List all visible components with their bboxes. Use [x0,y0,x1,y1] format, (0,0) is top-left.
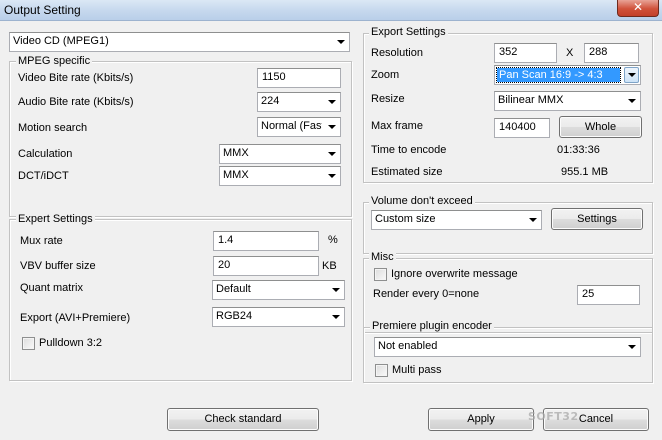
audio-bitrate-combobox[interactable]: 224 [257,92,341,112]
motion-search-label: Motion search [18,122,88,134]
resolution-separator: X [566,47,574,59]
zoom-value: Pan Scan 16:9 -> 4:3 [496,67,621,83]
resize-label: Resize [371,93,405,105]
dct-value: MMX [223,169,249,181]
chevron-down-icon[interactable] [624,67,639,83]
quant-matrix-combobox[interactable]: Default [212,280,345,300]
time-to-encode-value: 01:33:36 [557,144,600,156]
export-format-value: RGB24 [216,310,253,322]
estimated-size-value: 955.1 MB [561,166,609,178]
close-button[interactable]: ✕ [617,0,659,17]
chevron-down-icon[interactable] [324,94,339,110]
close-icon: ✕ [632,0,644,14]
resize-combobox[interactable]: Bilinear MMX [494,91,641,111]
quant-matrix-value: Default [216,283,251,295]
check-standard-button[interactable]: Check standard [167,408,319,431]
window-title: Output Setting [4,3,81,17]
max-frame-input[interactable]: 140400 [494,118,550,138]
video-bitrate-input[interactable]: 1150 [257,68,341,88]
premiere-combobox[interactable]: Not enabled [374,337,641,357]
pulldown-label: Pulldown 3:2 [39,337,102,349]
whole-button[interactable]: Whole [559,116,642,138]
quant-matrix-label: Quant matrix [20,282,83,294]
render-every-input[interactable]: 25 [577,285,640,305]
chevron-down-icon[interactable] [624,93,639,109]
watermark: SOFT32 [528,410,579,423]
dct-label: DCT/iDCT [18,170,69,182]
chevron-down-icon[interactable] [324,119,339,135]
chevron-down-icon[interactable] [328,282,343,298]
chevron-down-icon[interactable] [624,339,639,355]
misc-group-label: Misc [369,251,396,263]
chevron-down-icon[interactable] [333,34,348,50]
dialog-body: Video CD (MPEG1) MPEG specific Video Bit… [0,21,662,440]
expert-settings-group-label: Expert Settings [16,213,95,225]
vbv-buffer-unit: KB [322,260,337,272]
resize-value: Bilinear MMX [498,94,564,106]
audio-bitrate-value: 224 [261,95,280,107]
resolution-width-input[interactable]: 352 [494,43,557,63]
resolution-height-input[interactable]: 288 [584,43,639,63]
zoom-combobox[interactable]: Pan Scan 16:9 -> 4:3 [494,65,641,85]
chevron-down-icon[interactable] [324,146,339,162]
multi-pass-checkbox[interactable] [375,364,388,377]
motion-search-combobox[interactable]: Normal (Fast) [257,117,341,137]
time-to-encode-label: Time to encode [371,144,447,156]
mux-rate-input[interactable]: 1.4 [213,231,319,251]
premiere-value: Not enabled [378,340,438,352]
chevron-down-icon[interactable] [525,212,540,228]
motion-search-value: Normal (Fast) [261,120,322,132]
vbv-buffer-label: VBV buffer size [20,260,96,272]
format-combobox[interactable]: Video CD (MPEG1) [9,32,350,52]
render-every-label: Render every 0=none [373,288,480,300]
ignore-overwrite-label: Ignore overwrite message [391,268,518,280]
pulldown-checkbox[interactable] [22,337,35,350]
volume-settings-button[interactable]: Settings [551,208,643,230]
volume-value: Custom size [375,213,436,225]
apply-button[interactable]: Apply [428,408,534,431]
mux-rate-unit: % [328,234,338,246]
calculation-combobox[interactable]: MMX [219,144,341,164]
max-frame-label: Max frame [371,120,423,132]
premiere-group-label: Premiere plugin encoder [370,320,494,332]
volume-combobox[interactable]: Custom size [371,210,542,230]
mpeg-specific-group-label: MPEG specific [16,55,93,67]
export-format-combobox[interactable]: RGB24 [212,307,345,327]
export-settings-group-label: Export Settings [369,26,448,38]
calculation-label: Calculation [18,148,73,160]
chevron-down-icon[interactable] [328,309,343,325]
ignore-overwrite-checkbox[interactable] [374,268,387,281]
multi-pass-label: Multi pass [392,364,442,376]
vbv-buffer-input[interactable]: 20 [213,256,319,276]
resolution-label: Resolution [371,47,423,59]
calculation-value: MMX [223,147,249,159]
video-bitrate-label: Video Bite rate (Kbits/s) [18,72,134,84]
estimated-size-label: Estimated size [371,166,443,178]
audio-bitrate-label: Audio Bite rate (Kbits/s) [18,96,134,108]
export-format-label: Export (AVI+Premiere) [20,312,131,324]
volume-group-label: Volume don't exceed [369,195,475,207]
chevron-down-icon[interactable] [324,168,339,184]
title-bar: Output Setting ✕ [0,0,662,21]
mux-rate-label: Mux rate [20,235,63,247]
dct-combobox[interactable]: MMX [219,166,341,186]
zoom-label: Zoom [371,69,400,81]
format-combobox-value: Video CD (MPEG1) [13,35,109,47]
